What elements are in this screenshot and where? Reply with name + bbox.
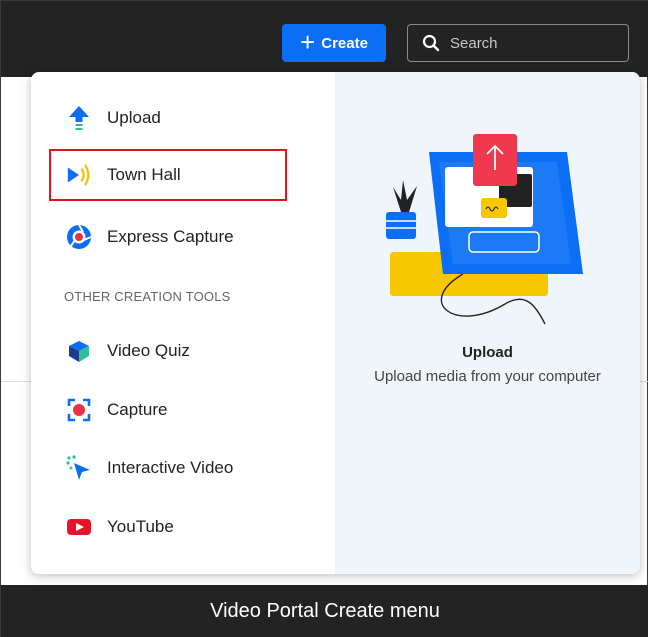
section-label-other-tools: OTHER CREATION TOOLS — [64, 289, 231, 304]
menu-item-label: Town Hall — [107, 165, 181, 184]
create-menu-list: Upload Town Hall Express Capture OTHER C… — [31, 72, 335, 574]
search-icon — [422, 34, 440, 52]
menu-item-capture[interactable]: Capture — [65, 390, 167, 430]
town-hall-broadcast-icon — [65, 161, 93, 189]
interactive-video-cursor-icon — [65, 454, 93, 482]
video-quiz-cube-icon — [65, 337, 93, 365]
caption-bar: Video Portal Create menu — [1, 585, 648, 637]
search-input[interactable]: Search — [407, 24, 629, 62]
menu-item-town-hall[interactable]: Town Hall — [65, 155, 181, 195]
upload-preview-panel: Upload Upload media from your computer — [335, 72, 640, 574]
menu-item-label: Interactive Video — [107, 458, 234, 477]
menu-item-label: Video Quiz — [107, 341, 190, 360]
create-menu-dropdown: Upload Town Hall Express Capture OTHER C… — [31, 72, 640, 574]
express-capture-icon — [65, 223, 93, 251]
create-button[interactable]: + Create — [282, 24, 386, 62]
menu-item-label: Capture — [107, 400, 168, 419]
upload-arrow-icon — [65, 104, 93, 132]
upload-illustration-image — [386, 134, 583, 325]
caption-text: Video Portal Create menu — [210, 600, 440, 622]
top-bar: + Create Search — [1, 1, 648, 77]
screenshot-frame: + Create Search Upload Town Hall Express… — [0, 0, 648, 637]
youtube-icon — [65, 513, 93, 541]
preview-title: Upload — [462, 344, 513, 361]
create-button-label: Create — [321, 34, 368, 52]
menu-item-interactive-video[interactable]: Interactive Video — [65, 448, 233, 488]
menu-item-video-quiz[interactable]: Video Quiz — [65, 331, 190, 371]
menu-item-label: YouTube — [107, 517, 174, 536]
menu-item-youtube[interactable]: YouTube — [65, 507, 174, 547]
menu-item-label: Upload — [107, 108, 161, 127]
menu-item-express-capture[interactable]: Express Capture — [65, 217, 234, 257]
preview-description: Upload media from your computer — [374, 368, 601, 385]
capture-record-icon — [65, 396, 93, 424]
menu-item-upload[interactable]: Upload — [65, 98, 161, 138]
search-placeholder: Search — [450, 34, 498, 52]
plus-icon: + — [300, 26, 316, 57]
menu-item-label: Express Capture — [107, 227, 234, 246]
